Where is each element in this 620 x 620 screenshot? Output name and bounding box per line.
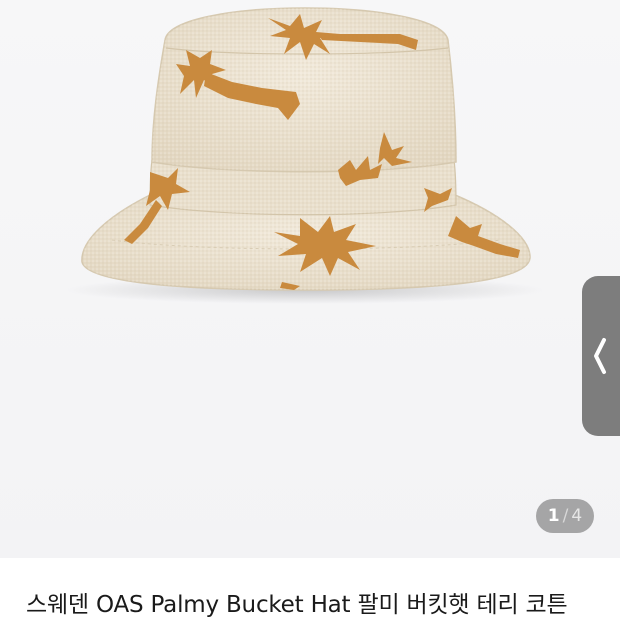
chevron-left-icon xyxy=(594,338,606,374)
total-image-count: 4 xyxy=(571,506,583,526)
product-image-gallery[interactable]: 1 / 4 xyxy=(0,0,620,558)
side-drawer-tab[interactable] xyxy=(582,276,620,436)
image-counter-badge: 1 / 4 xyxy=(536,499,594,533)
product-info-section: 스웨덴 OAS Palmy Bucket Hat 팔미 버킷햇 테리 코튼 xyxy=(0,558,620,620)
product-title: 스웨덴 OAS Palmy Bucket Hat 팔미 버킷햇 테리 코튼 xyxy=(26,592,568,618)
current-image-index: 1 xyxy=(547,506,560,526)
product-photo-bucket-hat xyxy=(65,7,545,304)
counter-separator: / xyxy=(562,506,569,526)
